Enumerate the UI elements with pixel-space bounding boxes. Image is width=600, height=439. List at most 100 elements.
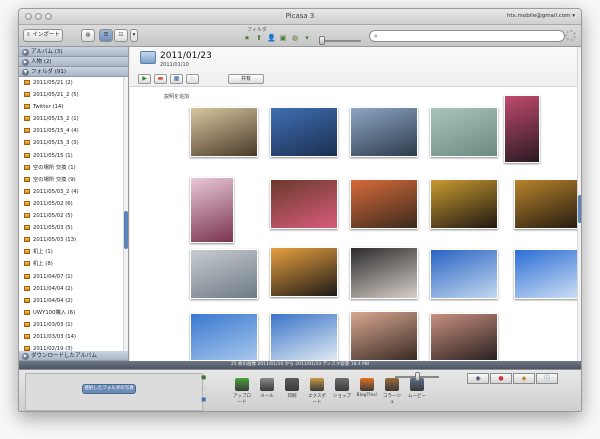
folder-item[interactable]: 2011/05/02 (6) <box>19 198 123 210</box>
tray-selection-chip[interactable]: 選択したフォルダの写真 <box>82 384 136 394</box>
tray-tool-button[interactable]: BlogThis! <box>356 378 378 405</box>
movie-filter-icon[interactable]: ▣ <box>279 34 287 42</box>
folder-item[interactable]: 2011/04/04 (2) <box>19 295 123 307</box>
photo-thumbnail[interactable] <box>504 95 540 163</box>
tree-view-button[interactable]: ☷ <box>114 29 128 42</box>
web-album-button[interactable]: ▦ <box>170 74 183 84</box>
folder-item[interactable]: 2011/05/21 (2) <box>19 77 123 89</box>
folder-list: 2011/05/21 (2) 2011/05/21_2 (5) Twitter (1… <box>19 77 123 361</box>
folder-item[interactable]: 机上 (1) <box>19 246 123 258</box>
photo-thumbnail[interactable] <box>190 313 258 361</box>
photo-thumbnail[interactable] <box>350 311 418 361</box>
tray-tool-button[interactable]: ムービー <box>406 378 428 405</box>
photo-thumbnail[interactable] <box>190 177 234 243</box>
folder-label: 2011/05/02 (5) <box>33 213 73 220</box>
list-view-button[interactable]: ☰ <box>99 29 113 42</box>
folder-item[interactable]: 2011/05/15_2 (1) <box>19 113 123 125</box>
people-panel-button[interactable]: ◉ <box>467 373 489 384</box>
tray-tool-button[interactable]: エクスポート <box>306 378 328 405</box>
folder-icon <box>24 80 30 85</box>
downloaded-albums-section-header[interactable]: ▶ ダウンロードしたアルバム <box>19 351 128 361</box>
photo-thumbnail[interactable] <box>350 247 418 299</box>
folder-item[interactable]: 2011/05/15_3 (3) <box>19 137 123 149</box>
folder-label: 机上 (1) <box>33 249 53 256</box>
people-section-header[interactable]: ▶ 人物 (2) <box>19 57 128 67</box>
tray-tool-button[interactable]: 印刷 <box>281 378 303 405</box>
folders-section-header[interactable]: ▼ フォルダ (91) <box>19 67 128 77</box>
folder-item[interactable]: 2011/04/04 (2) <box>19 283 123 295</box>
folder-item[interactable]: UWY100購入 (6) <box>19 307 123 319</box>
grid-scrollbar-thumb[interactable] <box>578 195 581 223</box>
photo-grid-pane: 2011/01/23 2011/01/10 ▶ ▬ ▦ ☆ 共有 説明を追加 <box>130 47 581 361</box>
folder-icon <box>24 164 30 170</box>
folder-item[interactable]: 2011/05/21_2 (5) <box>19 89 123 101</box>
photo-thumbnail[interactable] <box>190 249 258 299</box>
folder-item[interactable]: 2011/03/03 (14) <box>19 331 123 343</box>
folder-label: 2011/04/04 (2) <box>33 285 73 292</box>
folder-item[interactable]: 机上 (8) <box>19 258 123 270</box>
photo-thumbnail[interactable] <box>350 107 418 157</box>
filter-label: フィルタ <box>247 27 267 33</box>
folder-item[interactable]: 2011/05/03 (5) <box>19 222 123 234</box>
date-filter-slider[interactable] <box>319 40 361 42</box>
folder-item[interactable]: 2011/05/15 (1) <box>19 150 123 162</box>
import-button[interactable]: ⇩ インポート <box>23 29 63 42</box>
folder-item[interactable]: 2011/04/07 (1) <box>19 271 123 283</box>
photo-thumbnail[interactable] <box>270 247 338 297</box>
view-menu-button[interactable]: ▾ <box>130 29 138 42</box>
date-filter-slider-handle[interactable] <box>319 36 325 45</box>
upload-filter-icon[interactable]: ⬆ <box>255 34 263 42</box>
add-description[interactable]: 説明を追加 <box>164 93 189 100</box>
play-slideshow-button[interactable]: ▶ <box>138 74 151 84</box>
people-view-button[interactable]: ◍ <box>81 29 95 42</box>
search-input[interactable] <box>384 32 560 41</box>
photo-thumbnail[interactable] <box>514 249 581 299</box>
tags-panel-button[interactable]: ◆ <box>513 373 535 384</box>
folder-item[interactable]: Twitter (14) <box>19 101 123 113</box>
photo-thumbnail[interactable] <box>430 179 498 229</box>
album-title[interactable]: 2011/01/23 <box>160 51 212 61</box>
geotag-filter-icon[interactable]: ◍ <box>291 34 299 42</box>
face-filter-icon[interactable]: 👤 <box>267 34 276 42</box>
photo-thumbnail[interactable] <box>430 313 498 361</box>
tray-tool-button[interactable]: アップロード <box>231 378 253 405</box>
add-to-album-icon[interactable]: ▣ <box>201 396 209 404</box>
folder-item[interactable]: 空の場所 交換 (1) <box>19 162 123 174</box>
photo-thumbnail[interactable] <box>350 179 418 229</box>
folder-item[interactable]: 空の場所 交換 (9) <box>19 174 123 186</box>
folder-item[interactable]: 2011/05/03 (13) <box>19 234 123 246</box>
clear-icon[interactable]: ○ <box>201 385 209 393</box>
photo-thumbnail[interactable] <box>430 249 498 299</box>
photo-thumbnail[interactable] <box>270 107 338 157</box>
places-panel-button[interactable]: ● <box>490 373 512 384</box>
folder-label: 2011/05/15_2 (1) <box>33 116 79 123</box>
tray-tool-label: メール <box>260 394 274 399</box>
tray-tool-button[interactable]: メール <box>256 378 278 405</box>
photo-thumbnail[interactable] <box>190 107 258 157</box>
photo-thumbnail[interactable] <box>514 179 581 229</box>
sidebar-scrollbar-thumb[interactable] <box>124 211 128 249</box>
photo-thumbnail[interactable] <box>270 179 338 229</box>
folder-item[interactable]: 2011/05/02 (5) <box>19 210 123 222</box>
tray-selection-area[interactable]: 選択したフォルダの写真 <box>25 373 203 411</box>
albums-section-header[interactable]: ▶ アルバム (3) <box>19 47 128 57</box>
tray-tool-button[interactable]: ショップ <box>331 378 353 405</box>
thumbnail-size-handle[interactable] <box>415 372 420 381</box>
photo-card-button[interactable]: ▬ <box>154 74 167 84</box>
photo-thumbnail[interactable] <box>430 107 498 157</box>
tray-tool-button[interactable]: コラージュ <box>381 378 403 405</box>
folder-item[interactable]: 2011/05/15_4 (4) <box>19 125 123 137</box>
photo-thumbnail[interactable] <box>270 313 338 361</box>
account-menu[interactable]: htx.mobile@gmail.com ▾ <box>507 13 575 19</box>
star-filter-icon[interactable]: ★ <box>243 34 251 42</box>
star-folder-button[interactable]: ☆ <box>186 74 199 84</box>
properties-panel-button[interactable]: ⓘ <box>536 373 558 384</box>
share-button[interactable]: 共有 <box>228 74 264 84</box>
folder-item[interactable]: 2011/03/03 (1) <box>19 319 123 331</box>
expand-icon: ▶ <box>22 59 29 66</box>
folder-item[interactable]: 2011/05/03_2 (4) <box>19 186 123 198</box>
filter-menu-icon[interactable]: ▾ <box>303 34 311 42</box>
folder-icon <box>24 104 30 110</box>
folder-label: 2011/05/03_2 (4) <box>33 188 79 195</box>
hold-icon[interactable]: ● <box>201 374 209 382</box>
